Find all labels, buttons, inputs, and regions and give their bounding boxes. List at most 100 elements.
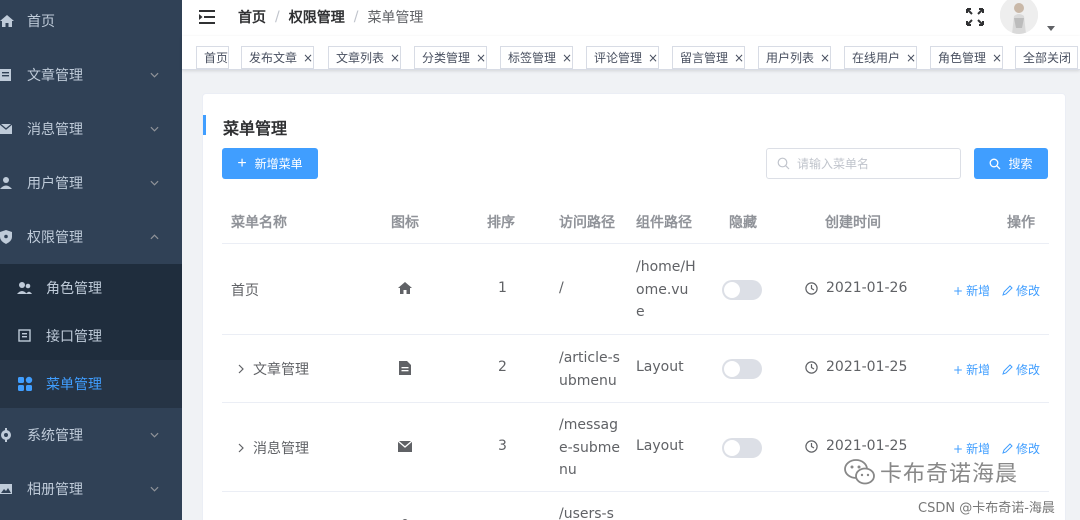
tag-item[interactable]: 用户列表 ×	[758, 46, 832, 69]
close-icon[interactable]: ×	[303, 51, 313, 65]
add-menu-label: 新增菜单	[254, 157, 303, 171]
mail-icon	[0, 123, 13, 134]
avatar[interactable]	[1000, 0, 1038, 34]
add-menu-button[interactable]: + 新增菜单	[222, 148, 318, 179]
op-label: 修改	[1016, 284, 1041, 298]
sidebar-subitem-menus[interactable]: 菜单管理	[0, 360, 182, 408]
plus-icon: +	[237, 154, 247, 172]
dropdown-caret-icon[interactable]	[1047, 26, 1055, 31]
hidden-switch[interactable]	[722, 438, 762, 458]
menu-grid-icon	[18, 376, 33, 391]
edit-icon	[1002, 443, 1013, 454]
chevron-down-icon	[150, 432, 159, 438]
fullscreen-icon[interactable]	[966, 8, 984, 26]
sidebar: 首页 文章管理 消息管理 用户管理 权限管理 角色管理 接口管理 菜单管理 系统…	[0, 0, 182, 520]
sidebar-item-label: 消息管理	[27, 122, 83, 138]
breadcrumb-home[interactable]: 首页	[238, 7, 266, 27]
add-child-button[interactable]: + 新增	[953, 440, 990, 457]
tag-item[interactable]: 标签管理 ×	[500, 46, 574, 69]
cell-order: 2	[498, 359, 507, 375]
sidebar-item-label: 文章管理	[27, 68, 83, 84]
tag-home[interactable]: 首页	[196, 46, 230, 69]
cell-order: 1	[498, 280, 507, 296]
column-header-created: 创建时间	[825, 215, 881, 231]
close-icon[interactable]: ×	[906, 51, 916, 65]
cell-order: 3	[498, 438, 507, 454]
close-icon[interactable]: ×	[476, 51, 486, 65]
sidebar-item-label: 权限管理	[27, 230, 83, 246]
sidebar-item-permissions[interactable]: 权限管理	[0, 210, 182, 264]
avatar-image	[1000, 0, 1038, 34]
tag-label: 文章列表	[336, 51, 385, 65]
wechat-logo-icon	[844, 459, 875, 485]
tag-item[interactable]: 分类管理 ×	[414, 46, 488, 69]
sidebar-subitem-label: 菜单管理	[46, 377, 102, 393]
sidebar-subitem-label: 接口管理	[46, 329, 102, 345]
search-input[interactable]	[797, 149, 957, 178]
clock-icon	[805, 281, 818, 295]
home-icon	[0, 15, 14, 27]
column-header-hidden: 隐藏	[729, 215, 757, 231]
clock-icon	[805, 439, 818, 453]
plus-icon: +	[953, 283, 964, 298]
breadcrumb-permissions[interactable]: 权限管理	[289, 7, 345, 27]
home-icon	[398, 282, 412, 294]
sidebar-subitem-api[interactable]: 接口管理	[0, 312, 182, 360]
hidden-switch[interactable]	[722, 359, 762, 379]
cell-path: /users-s	[559, 506, 614, 520]
created-date: 2021-01-26	[826, 280, 908, 296]
sidebar-item-albums[interactable]: 相册管理	[0, 462, 182, 516]
chevron-down-icon	[150, 72, 159, 78]
cell-path: /article-submenu	[559, 350, 620, 389]
add-child-button[interactable]: + 新增	[953, 282, 990, 299]
sidebar-item-home[interactable]: 首页	[0, 0, 182, 48]
sidebar-item-articles[interactable]: 文章管理	[0, 48, 182, 102]
sidebar-item-system[interactable]: 系统管理	[0, 408, 182, 462]
tag-label: 首页	[204, 51, 229, 65]
close-all-tags-button[interactable]: 全部关闭	[1015, 46, 1079, 69]
watermark-csdn: CSDN @卡布奇诺-海晨	[918, 501, 1055, 516]
tag-item[interactable]: 发布文章 ×	[241, 46, 315, 69]
sidebar-subitem-roles[interactable]: 角色管理	[0, 264, 182, 312]
close-icon[interactable]: ×	[390, 51, 400, 65]
breadcrumb-separator: /	[275, 9, 280, 25]
op-label: 新增	[966, 284, 991, 298]
tag-item[interactable]: 留言管理 ×	[672, 46, 746, 69]
expand-arrow-icon[interactable]	[237, 364, 245, 374]
table-divider	[222, 243, 1049, 244]
search-button[interactable]: 搜索	[974, 148, 1048, 179]
sidebar-item-users[interactable]: 用户管理	[0, 156, 182, 210]
chevron-down-icon	[150, 180, 159, 186]
close-icon[interactable]: ×	[648, 51, 658, 65]
close-icon[interactable]: ×	[992, 51, 1002, 65]
chevron-up-icon	[150, 234, 159, 240]
watermark-brand: 卡布奇诺海晨	[880, 462, 1019, 487]
tag-item[interactable]: 在线用户 ×	[844, 46, 918, 69]
tag-item[interactable]: 角色管理 ×	[930, 46, 1004, 69]
op-label: 修改	[1016, 363, 1041, 377]
sidebar-item-messages[interactable]: 消息管理	[0, 102, 182, 156]
cell-component: Layout	[636, 359, 684, 375]
cell-created: 2021-01-25	[805, 359, 907, 375]
tag-item[interactable]: 文章列表 ×	[328, 46, 402, 69]
hamburger-icon[interactable]	[199, 10, 215, 24]
edit-button[interactable]: 修改	[1002, 440, 1040, 457]
expand-arrow-icon[interactable]	[237, 443, 245, 453]
sidebar-item-label: 相册管理	[27, 482, 83, 498]
edit-button[interactable]: 修改	[1002, 282, 1040, 299]
cell-component: /home/Home.vue	[636, 259, 696, 320]
column-header-actions: 操作	[1007, 215, 1035, 231]
close-icon[interactable]: ×	[562, 51, 572, 65]
tag-item[interactable]: 评论管理 ×	[586, 46, 660, 69]
sidebar-item-label: 系统管理	[27, 428, 83, 444]
hidden-switch[interactable]	[722, 280, 762, 300]
close-icon[interactable]: ×	[820, 51, 830, 65]
chevron-down-icon	[150, 486, 159, 492]
picture-icon	[0, 484, 12, 494]
add-child-button[interactable]: + 新增	[953, 361, 990, 378]
column-header-component: 组件路径	[636, 215, 692, 231]
edit-button[interactable]: 修改	[1002, 361, 1040, 378]
cell-menu-name: 文章管理	[253, 362, 309, 378]
close-icon[interactable]: ×	[734, 51, 744, 65]
cell-menu-name: 消息管理	[253, 441, 309, 457]
